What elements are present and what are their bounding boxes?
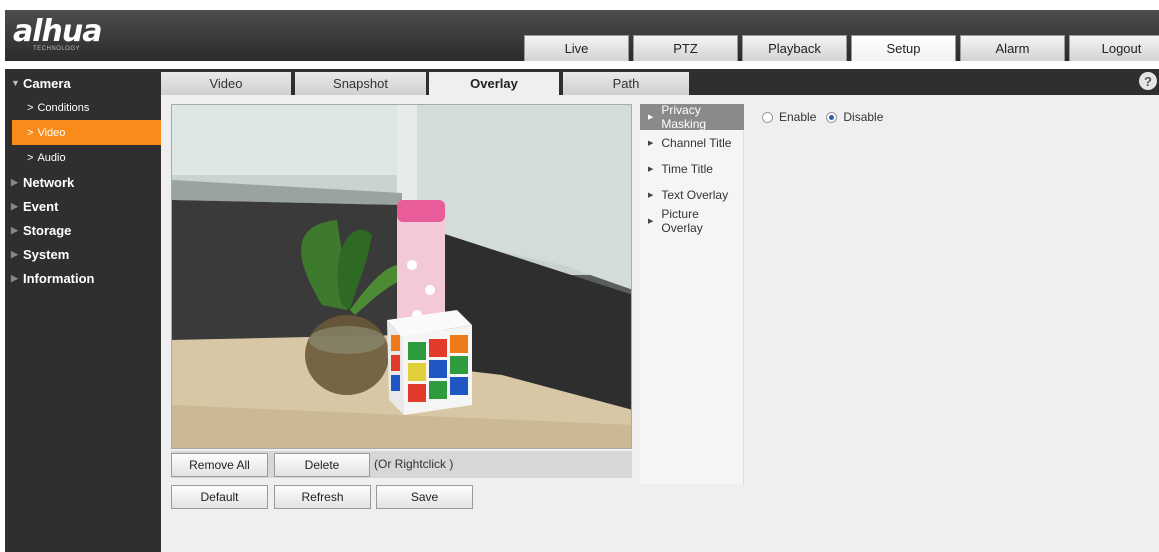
submenu-item-label: Channel Title <box>661 136 732 150</box>
delete-button[interactable]: Delete <box>274 453 370 477</box>
sidebar-item-label: Video <box>37 126 66 139</box>
rightclick-hint: (Or Rightclick ) <box>374 457 454 471</box>
main-content: Video Snapshot Overlay Path ? Remove All… <box>161 69 1159 552</box>
caret-down-icon: ▼ <box>11 78 20 88</box>
caret-right-icon: ▶ <box>11 272 18 283</box>
top-navigation: Live PTZ Playback Setup Alarm Logout <box>524 35 1159 61</box>
submenu-item-label: Time Title <box>661 162 713 176</box>
chevron-right-icon: > <box>27 151 34 164</box>
submenu-channel-title[interactable]: ▶ Channel Title <box>640 130 743 156</box>
triangle-right-icon: ▶ <box>648 218 654 225</box>
caret-right-icon: ▶ <box>11 200 18 211</box>
sidebar-item-label: Storage <box>23 222 72 238</box>
sidebar-item-label: System <box>23 246 70 262</box>
sidebar-item-video[interactable]: > Video <box>12 120 161 145</box>
header-bar: alhua TECHNOLOGY Live PTZ Playback Setup… <box>5 10 1159 61</box>
disable-radio-label: Disable <box>843 110 884 124</box>
tab-path[interactable]: Path <box>563 72 689 95</box>
sidebar-item-network[interactable]: ▶ Network <box>5 170 161 194</box>
app-root: alhua TECHNOLOGY Live PTZ Playback Setup… <box>0 0 1159 552</box>
submenu-item-label: Picture Overlay <box>661 207 703 235</box>
submenu-text-overlay[interactable]: ▶ Text Overlay <box>640 182 743 208</box>
submenu-picture-overlay[interactable]: ▶ Picture Overlay <box>640 207 743 235</box>
sidebar-item-label: Conditions <box>37 101 90 114</box>
brand-logo-subtitle: TECHNOLOGY <box>33 46 81 52</box>
video-preview[interactable] <box>171 104 632 449</box>
disable-radio[interactable] <box>826 111 838 123</box>
chevron-right-icon: > <box>27 126 34 139</box>
caret-right-icon: ▶ <box>11 176 18 187</box>
nav-logout[interactable]: Logout <box>1069 35 1159 61</box>
help-icon[interactable]: ? <box>1139 72 1157 90</box>
brand-logo: alhua <box>13 14 102 49</box>
chevron-right-icon: > <box>27 101 34 114</box>
triangle-right-icon: ▶ <box>648 114 654 121</box>
sidebar-item-information[interactable]: ▶ Information <box>5 266 161 290</box>
submenu-privacy-masking[interactable]: ▶ Privacy Masking <box>640 103 744 131</box>
video-toolbar: Remove All Delete (Or Rightclick ) <box>171 451 632 478</box>
nav-alarm[interactable]: Alarm <box>960 35 1065 61</box>
submenu-item-label: Privacy Masking <box>661 103 707 131</box>
save-button[interactable]: Save <box>376 485 473 509</box>
sidebar-item-label: Network <box>23 174 75 190</box>
default-button[interactable]: Default <box>171 485 268 509</box>
triangle-right-icon: ▶ <box>648 192 654 199</box>
sidebar-item-storage[interactable]: ▶ Storage <box>5 218 161 242</box>
sidebar-item-label: Event <box>23 198 59 214</box>
enable-radio[interactable] <box>762 111 773 123</box>
triangle-right-icon: ▶ <box>648 140 654 147</box>
sidebar-item-label: Camera <box>23 75 71 91</box>
sidebar-item-camera[interactable]: ▼ Camera <box>5 71 161 95</box>
tab-bar: Video Snapshot Overlay Path ? <box>161 69 1159 95</box>
sidebar-item-conditions[interactable]: > Conditions <box>5 95 161 120</box>
tab-video[interactable]: Video <box>161 72 291 95</box>
camera-scene-image <box>172 105 631 448</box>
triangle-right-icon: ▶ <box>648 166 654 173</box>
enable-radio-label: Enable <box>779 110 817 124</box>
privacy-masking-toggle: Enable Disable <box>762 110 893 124</box>
sidebar-item-label: Audio <box>37 151 66 164</box>
sidebar-item-event[interactable]: ▶ Event <box>5 194 161 218</box>
refresh-button[interactable]: Refresh <box>274 485 371 509</box>
nav-setup[interactable]: Setup <box>851 35 956 61</box>
tab-overlay[interactable]: Overlay <box>429 72 559 95</box>
sidebar-item-system[interactable]: ▶ System <box>5 242 161 266</box>
caret-right-icon: ▶ <box>11 224 18 235</box>
sidebar: ▼ Camera > Conditions > Video > Audio ▶ … <box>5 69 161 552</box>
submenu-time-title[interactable]: ▶ Time Title <box>640 156 743 182</box>
tab-snapshot[interactable]: Snapshot <box>295 72 426 95</box>
overlay-submenu: ▶ Privacy Masking ▶ Channel Title ▶ Time… <box>640 103 744 484</box>
submenu-item-label: Text Overlay <box>661 188 729 202</box>
nav-playback[interactable]: Playback <box>742 35 847 61</box>
remove-all-button[interactable]: Remove All <box>171 453 268 477</box>
sidebar-item-label: Information <box>23 270 95 286</box>
sidebar-item-audio[interactable]: > Audio <box>5 145 161 170</box>
nav-ptz[interactable]: PTZ <box>633 35 738 61</box>
caret-right-icon: ▶ <box>11 248 18 259</box>
nav-live[interactable]: Live <box>524 35 629 61</box>
